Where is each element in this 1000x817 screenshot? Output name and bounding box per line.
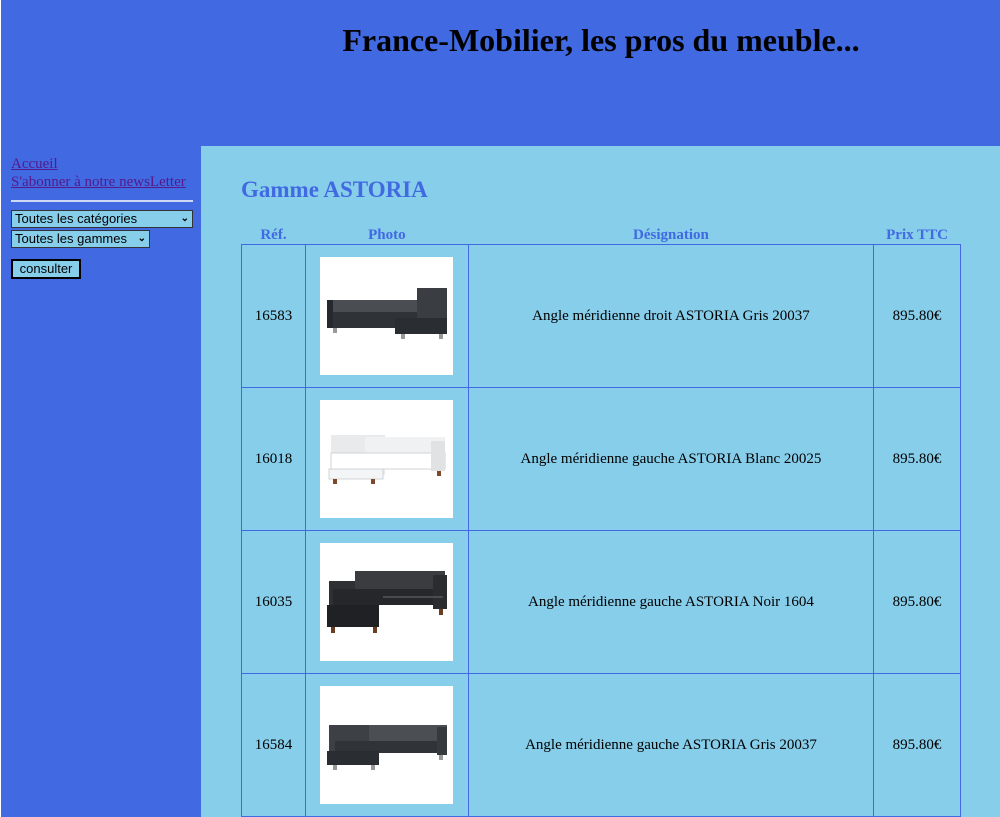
- product-designation: Angle méridienne gauche ASTORIA Noir 160…: [467, 530, 875, 674]
- chevron-down-icon: ⌄: [137, 233, 146, 244]
- table-row: 16035 Angle méridienne gauche ASTORIA No…: [241, 530, 961, 674]
- site-header: France-Mobilier, les pros du meuble...: [1, 0, 1000, 146]
- sidebar: Accueil S'abonner à notre newsLetter Tou…: [1, 146, 201, 817]
- product-ref: 16584: [241, 673, 306, 817]
- product-photo[interactable]: [320, 257, 454, 375]
- chevron-down-icon: ⌄: [180, 213, 189, 224]
- product-photo[interactable]: [320, 400, 454, 518]
- main-content: Gamme ASTORIA Réf. Photo Désignation Pri…: [201, 146, 1000, 817]
- category-select-value: Toutes les catégories: [15, 211, 138, 226]
- gamme-select-value: Toutes les gammes: [15, 231, 127, 246]
- column-header-photo: Photo: [368, 227, 406, 243]
- gamme-select[interactable]: Toutes les gammes ⌄: [11, 230, 150, 248]
- table-row: 16018 Angle méridienne gauche ASTORIA Bl…: [241, 387, 961, 531]
- product-designation: Angle méridienne droit ASTORIA Gris 2003…: [467, 244, 875, 388]
- product-price: 895.80€: [873, 244, 961, 388]
- page-title: Gamme ASTORIA: [241, 177, 428, 202]
- product-price: 895.80€: [873, 530, 961, 674]
- product-photo-cell: [304, 387, 469, 531]
- product-price: 895.80€: [873, 673, 961, 817]
- sidebar-divider: [11, 200, 193, 202]
- product-ref: 16583: [241, 244, 306, 388]
- product-table: Réf. Photo Désignation Prix TTC 16583 An…: [241, 224, 961, 817]
- site-title: France-Mobilier, les pros du meuble...: [342, 22, 860, 58]
- product-price: 895.80€: [873, 387, 961, 531]
- product-photo-cell: [304, 673, 469, 817]
- table-row: 16584 Angle méridienne gauche ASTORIA Gr…: [241, 673, 961, 817]
- category-select[interactable]: Toutes les catégories ⌄: [11, 210, 193, 228]
- consult-button[interactable]: consulter: [11, 259, 81, 279]
- newsletter-link[interactable]: S'abonner à notre newsLetter: [11, 174, 186, 191]
- table-header-row: Réf. Photo Désignation Prix TTC: [242, 224, 961, 245]
- sofa-black-left-image: [326, 571, 447, 633]
- column-header-designation: Désignation: [633, 227, 709, 243]
- home-link[interactable]: Accueil: [11, 156, 58, 173]
- product-photo[interactable]: [320, 686, 454, 804]
- sofa-dark-grey-right-image: [326, 288, 447, 339]
- table-row: 16583 Angle méridienne droit ASTORIA Gri…: [241, 244, 961, 388]
- product-photo-cell: [304, 530, 469, 674]
- product-photo[interactable]: [320, 543, 454, 661]
- column-header-price: Prix TTC: [886, 227, 948, 243]
- sofa-white-left-image: [328, 435, 446, 484]
- product-photo-cell: [304, 244, 469, 388]
- product-designation: Angle méridienne gauche ASTORIA Blanc 20…: [467, 387, 875, 531]
- product-ref: 16018: [241, 387, 306, 531]
- sofa-dark-grey-left-image: [326, 725, 447, 770]
- product-ref: 16035: [241, 530, 306, 674]
- product-designation: Angle méridienne gauche ASTORIA Gris 200…: [467, 673, 875, 817]
- column-header-ref: Réf.: [260, 227, 287, 243]
